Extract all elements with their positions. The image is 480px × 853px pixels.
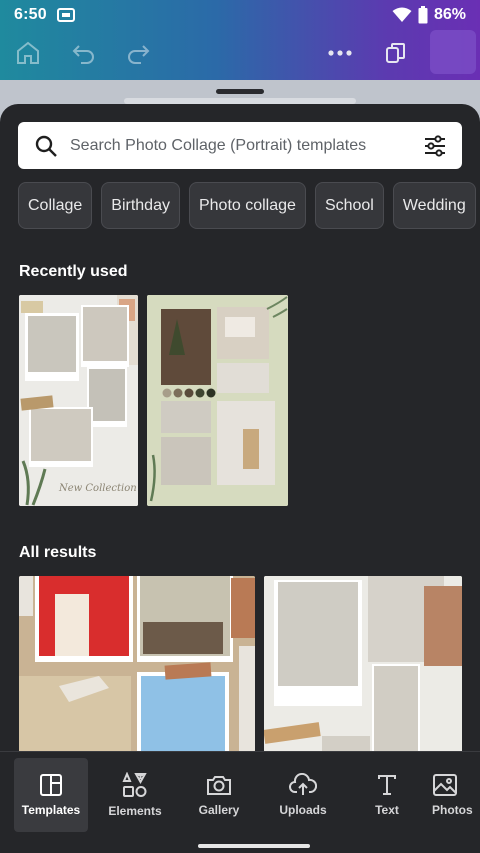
pages-icon <box>386 43 405 63</box>
tab-elements[interactable]: Elements <box>98 758 172 832</box>
notification-icon <box>56 8 75 22</box>
template-preview-image <box>147 295 288 506</box>
search-input[interactable] <box>70 136 422 155</box>
status-time: 6:50 <box>14 6 47 23</box>
wifi-icon <box>392 7 412 22</box>
editor-toolbar <box>0 30 480 76</box>
template-preview-image <box>19 576 255 752</box>
tab-label: Photos <box>432 803 473 817</box>
filter-sliders-icon[interactable] <box>422 133 448 159</box>
app-screen: 6:50 86% Search Photo Collage (Portrait)… <box>0 0 480 853</box>
battery-icon <box>418 6 428 24</box>
template-thumbnail[interactable] <box>147 295 288 506</box>
tab-templates[interactable]: Templates <box>14 758 88 832</box>
all-results-heading: All results <box>19 544 97 561</box>
pages-button[interactable] <box>380 38 412 68</box>
undo-button[interactable] <box>68 38 100 68</box>
redo-icon <box>128 45 150 64</box>
template-thumbnail[interactable] <box>19 576 255 752</box>
templates-icon <box>40 774 62 796</box>
home-button[interactable] <box>12 38 44 68</box>
home-indicator <box>198 844 310 848</box>
panel-drag-handle[interactable] <box>216 89 264 94</box>
tab-gallery[interactable]: Gallery <box>182 758 256 832</box>
status-indicators: 86% <box>392 6 466 24</box>
search-icon <box>35 135 57 157</box>
elements-icon <box>122 772 147 797</box>
status-bar: 6:50 86% <box>0 0 480 30</box>
template-preview-image: New Collection <box>19 295 138 506</box>
chip-birthday[interactable]: Birthday <box>101 182 180 229</box>
recently-used-heading: Recently used <box>19 263 128 280</box>
tab-uploads[interactable]: Uploads <box>266 758 340 832</box>
tab-label: Templates <box>21 803 81 817</box>
camera-icon <box>207 776 231 795</box>
category-chips: Collage Birthday Photo collage School Weddin… <box>18 182 480 230</box>
battery-percent: 86% <box>433 6 466 23</box>
tab-label: Gallery <box>198 803 240 817</box>
redo-button[interactable] <box>122 38 154 68</box>
share-button[interactable] <box>430 30 476 74</box>
image-icon <box>433 774 457 796</box>
more-dots-icon <box>328 50 352 56</box>
tab-label: Text <box>375 803 399 817</box>
template-search-bar[interactable] <box>18 122 462 169</box>
tab-text[interactable]: Text <box>350 758 424 832</box>
upload-cloud-icon <box>289 773 317 795</box>
chip-photo-collage[interactable]: Photo collage <box>188 182 306 229</box>
template-preview-image <box>264 576 462 752</box>
home-icon <box>17 41 39 64</box>
chip-school[interactable]: School <box>314 182 384 229</box>
new-collection-caption: New Collection <box>58 483 137 494</box>
editor-header: 6:50 86% <box>0 0 480 80</box>
text-icon <box>378 775 396 795</box>
template-thumbnail[interactable] <box>264 576 462 752</box>
chip-wedding[interactable]: Wedding <box>392 182 476 229</box>
bottom-tab-bar: Templates Elements Gallery Uploads Text … <box>0 751 480 853</box>
template-thumbnail[interactable]: New Collection <box>19 295 138 506</box>
tab-label: Elements <box>108 804 162 818</box>
undo-icon <box>72 45 94 64</box>
chip-collage[interactable]: Collage <box>18 182 93 229</box>
tab-photos[interactable]: Photos <box>432 758 480 832</box>
tab-label: Uploads <box>279 803 327 817</box>
more-button[interactable] <box>324 38 356 68</box>
